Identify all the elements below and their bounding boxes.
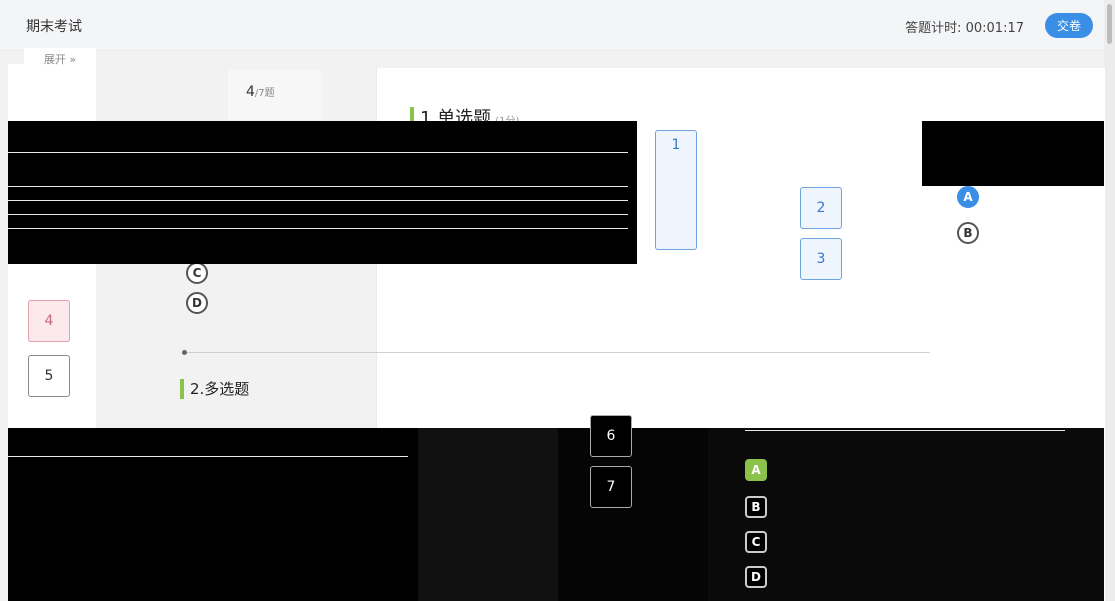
q2-option-b-overlay-marker: B [745, 496, 767, 518]
render-glitch-band-6 [8, 428, 418, 601]
header-bar: 期末考试 答题计时: 00:01:17 交卷 [0, 0, 1104, 51]
q1-option-a[interactable]: A [957, 186, 979, 208]
submit-exam-button[interactable]: 交卷 [1045, 13, 1093, 38]
question-2-marker [180, 378, 184, 399]
render-glitch-band-4 [471, 149, 537, 264]
render-glitch-band-2 [471, 121, 537, 149]
page-scrollbar[interactable] [1104, 0, 1115, 601]
progress-current: 4 [246, 84, 255, 100]
render-glitch-band-9 [708, 428, 1104, 601]
render-glitch-band-10 [922, 121, 1104, 186]
glitch-line-6 [8, 456, 408, 457]
question-2-title: 2.多选题 [190, 380, 250, 398]
question-number-6-label: 6 [606, 428, 616, 444]
q2-option-b-overlay[interactable]: B [745, 496, 767, 518]
q2-option-a-overlay[interactable]: A [745, 459, 767, 481]
question-progress: 4/7题 [246, 84, 275, 100]
q2-option-d-overlay[interactable]: D [745, 566, 767, 588]
expand-nav-toggle[interactable]: 展开 » [24, 48, 96, 70]
render-glitch-band-1 [8, 121, 471, 264]
q2-option-c-overlay-marker: C [745, 531, 767, 553]
exam-title: 期末考试 [26, 19, 82, 35]
render-glitch-band-8 [558, 428, 708, 601]
q2-option-c-overlay[interactable]: C [745, 531, 767, 553]
question-number-7-overlay[interactable]: 7 [590, 466, 632, 508]
glitch-line-4 [8, 214, 628, 215]
q1-option-a-marker: A [957, 186, 979, 208]
render-glitch-band-7 [418, 428, 558, 601]
glitch-line-2 [8, 186, 628, 187]
render-glitch-band-3 [537, 121, 637, 264]
page-scroll-thumb[interactable] [1107, 4, 1112, 44]
glitch-line-1 [8, 152, 628, 153]
q2-option-a-overlay-marker: A [745, 459, 767, 481]
question-number-4-overlay[interactable]: 4 [28, 300, 70, 342]
progress-card [228, 70, 322, 120]
answer-timer: 答题计时: 00:01:17 [905, 21, 1024, 36]
question-number-2[interactable]: 2 [800, 187, 842, 229]
question-2-header: 2.多选题 [180, 378, 253, 399]
q1-option-b[interactable]: B [957, 222, 979, 244]
q2-option-d-overlay-marker: D [745, 566, 767, 588]
q1-option-b-marker: B [957, 222, 979, 244]
render-glitch-band-5 [8, 264, 1104, 364]
glitch-line-3 [8, 200, 628, 201]
question-number-6-overlay[interactable]: 6 [590, 415, 632, 457]
question-number-4-label: 4 [44, 313, 54, 329]
progress-total: /7题 [254, 88, 275, 99]
glitch-line-7 [745, 430, 1065, 431]
glitch-line-5 [8, 228, 628, 229]
question-number-7-label: 7 [606, 479, 616, 495]
question-number-1[interactable]: 1 [655, 130, 697, 250]
